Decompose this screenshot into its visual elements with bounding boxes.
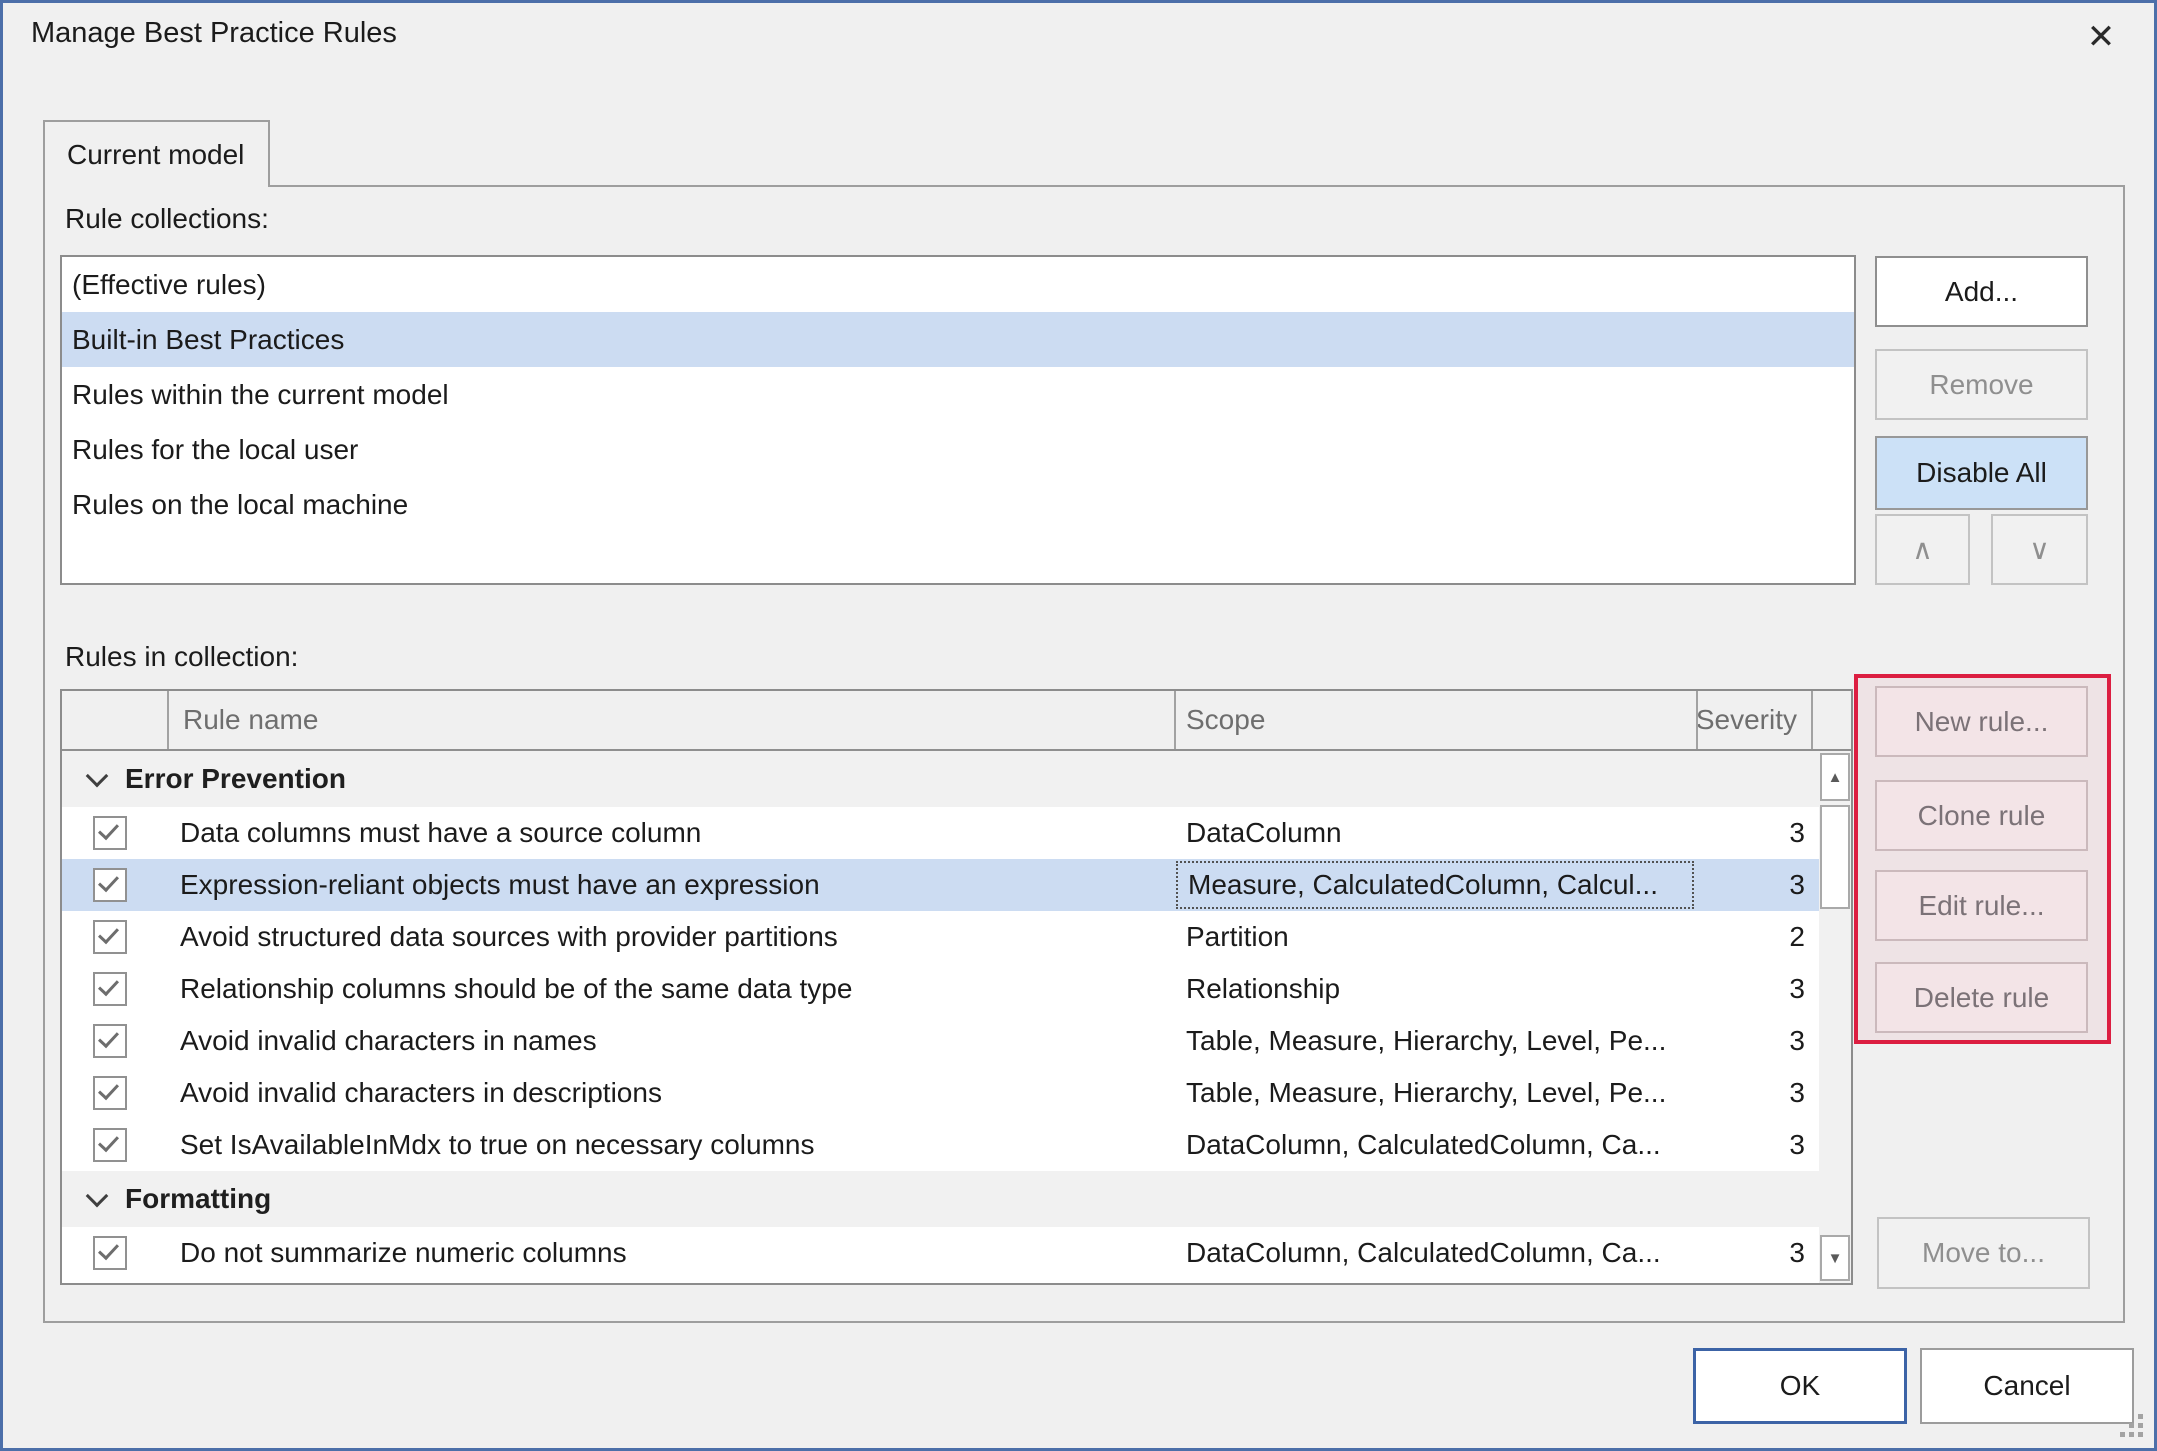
- vertical-scrollbar[interactable]: ▲ ▼: [1819, 751, 1851, 1283]
- table-row[interactable]: Set IsAvailableInMdx to true on necessar…: [62, 1119, 1851, 1171]
- delete-rule-button[interactable]: Delete rule: [1875, 962, 2088, 1033]
- rule-checkbox[interactable]: [93, 1128, 127, 1162]
- rule-scope-cell: Table, Measure, Hierarchy, Level, Pe...: [1176, 1015, 1698, 1067]
- edit-rule-button[interactable]: Edit rule...: [1875, 870, 2088, 941]
- rule-name-cell: Data columns must have a source column: [180, 817, 701, 849]
- rule-checkbox[interactable]: [93, 816, 127, 850]
- table-row[interactable]: Avoid invalid characters in names Table, …: [62, 1015, 1851, 1067]
- table-row[interactable]: Avoid invalid characters in descriptions…: [62, 1067, 1851, 1119]
- resize-grip[interactable]: [2120, 1414, 2144, 1438]
- rule-scope-cell: DataColumn, CalculatedColumn, Ca...: [1176, 1119, 1698, 1171]
- rule-severity-cell: 3: [1698, 869, 1813, 901]
- add-button[interactable]: Add...: [1875, 256, 2088, 327]
- group-row[interactable]: Formatting: [62, 1171, 1851, 1227]
- chevron-up-icon: ∧: [1912, 533, 1933, 566]
- rule-severity-cell: 2: [1698, 921, 1813, 953]
- rules-in-collection-label: Rules in collection:: [65, 641, 298, 673]
- rule-checkbox[interactable]: [93, 1024, 127, 1058]
- group-label: Formatting: [125, 1183, 271, 1215]
- table-row[interactable]: Expression-reliant objects must have an …: [62, 859, 1851, 911]
- rule-scope-cell: Measure, CalculatedColumn, Calcul...: [1176, 861, 1694, 909]
- rule-scope-cell: Table, Measure, Hierarchy, Level, Pe...: [1176, 1067, 1698, 1119]
- rule-scope-cell: Partition: [1176, 911, 1698, 963]
- chevron-down-icon: ∨: [2029, 533, 2050, 566]
- table-row[interactable]: Avoid structured data sources with provi…: [62, 911, 1851, 963]
- rule-name-cell: Expression-reliant objects must have an …: [180, 869, 820, 901]
- move-down-button[interactable]: ∨: [1991, 514, 2088, 585]
- list-item[interactable]: (Effective rules): [62, 257, 1854, 312]
- scroll-down-icon[interactable]: ▼: [1820, 1235, 1850, 1281]
- clone-rule-button[interactable]: Clone rule: [1875, 780, 2088, 851]
- rule-checkbox[interactable]: [93, 868, 127, 902]
- disable-all-button[interactable]: Disable All: [1875, 436, 2088, 510]
- rule-scope-cell: Relationship: [1176, 963, 1698, 1015]
- rule-severity-cell: 3: [1698, 973, 1813, 1005]
- table-row[interactable]: Data columns must have a source column Da…: [62, 807, 1851, 859]
- rule-name-cell: Do not summarize numeric columns: [180, 1237, 627, 1269]
- column-header-checkbox[interactable]: [62, 691, 169, 749]
- move-up-button[interactable]: ∧: [1875, 514, 1970, 585]
- cancel-button[interactable]: Cancel: [1920, 1348, 2134, 1424]
- rule-severity-cell: 3: [1698, 1025, 1813, 1057]
- rule-name-cell: Avoid invalid characters in descriptions: [180, 1077, 662, 1109]
- list-item[interactable]: Built-in Best Practices: [62, 312, 1854, 367]
- dialog-manage-best-practice-rules: Manage Best Practice Rules ✕ Current mod…: [0, 0, 2157, 1451]
- table-row[interactable]: Do not summarize numeric columns DataColu…: [62, 1227, 1851, 1279]
- ok-button[interactable]: OK: [1693, 1348, 1907, 1424]
- rule-collections-listbox[interactable]: (Effective rules)Built-in Best Practices…: [60, 255, 1856, 585]
- scroll-up-icon[interactable]: ▲: [1820, 753, 1850, 801]
- group-label: Error Prevention: [125, 763, 346, 795]
- rules-table-body: Error Prevention Data columns must have a…: [62, 751, 1851, 1283]
- rule-severity-cell: 3: [1698, 1129, 1813, 1161]
- column-header-filler: [1813, 691, 1851, 749]
- rule-checkbox[interactable]: [93, 1236, 127, 1270]
- rule-severity-cell: 3: [1698, 1077, 1813, 1109]
- rule-scope-cell: DataColumn, CalculatedColumn, Ca...: [1176, 1227, 1698, 1279]
- tab-current-model[interactable]: Current model: [43, 120, 270, 187]
- red-highlight-annotation: New rule... Clone rule Edit rule... Dele…: [1854, 674, 2111, 1044]
- column-header-scope[interactable]: Scope: [1176, 691, 1698, 749]
- list-item[interactable]: Rules on the local machine: [62, 477, 1854, 532]
- table-row[interactable]: Relationship columns should be of the sa…: [62, 963, 1851, 1015]
- rule-name-cell: Avoid structured data sources with provi…: [180, 921, 838, 953]
- close-icon[interactable]: ✕: [2075, 11, 2127, 63]
- list-item[interactable]: Rules within the current model: [62, 367, 1854, 422]
- rule-checkbox[interactable]: [93, 920, 127, 954]
- table-header: Rule name Scope Severity: [62, 691, 1851, 751]
- new-rule-button[interactable]: New rule...: [1875, 686, 2088, 757]
- rule-name-cell: Set IsAvailableInMdx to true on necessar…: [180, 1129, 814, 1161]
- column-header-severity[interactable]: Severity: [1698, 691, 1813, 749]
- rule-collections-label: Rule collections:: [65, 203, 269, 235]
- list-item[interactable]: Rules for the local user: [62, 422, 1854, 477]
- chevron-down-icon[interactable]: [86, 1185, 109, 1208]
- rule-name-cell: Avoid invalid characters in names: [180, 1025, 597, 1057]
- rule-severity-cell: 3: [1698, 817, 1813, 849]
- rule-checkbox[interactable]: [93, 972, 127, 1006]
- scrollbar-thumb[interactable]: [1820, 805, 1850, 909]
- rule-scope-cell: DataColumn: [1176, 807, 1698, 859]
- rule-checkbox[interactable]: [93, 1076, 127, 1110]
- rules-table: Rule name Scope Severity Error Preventio…: [60, 689, 1853, 1285]
- move-to-button[interactable]: Move to...: [1877, 1217, 2090, 1289]
- rule-severity-cell: 3: [1698, 1237, 1813, 1269]
- chevron-down-icon[interactable]: [86, 765, 109, 788]
- remove-button[interactable]: Remove: [1875, 349, 2088, 420]
- column-header-rule-name[interactable]: Rule name: [169, 691, 1176, 749]
- rule-name-cell: Relationship columns should be of the sa…: [180, 973, 852, 1005]
- dialog-title: Manage Best Practice Rules: [31, 17, 397, 50]
- group-row[interactable]: Error Prevention: [62, 751, 1851, 807]
